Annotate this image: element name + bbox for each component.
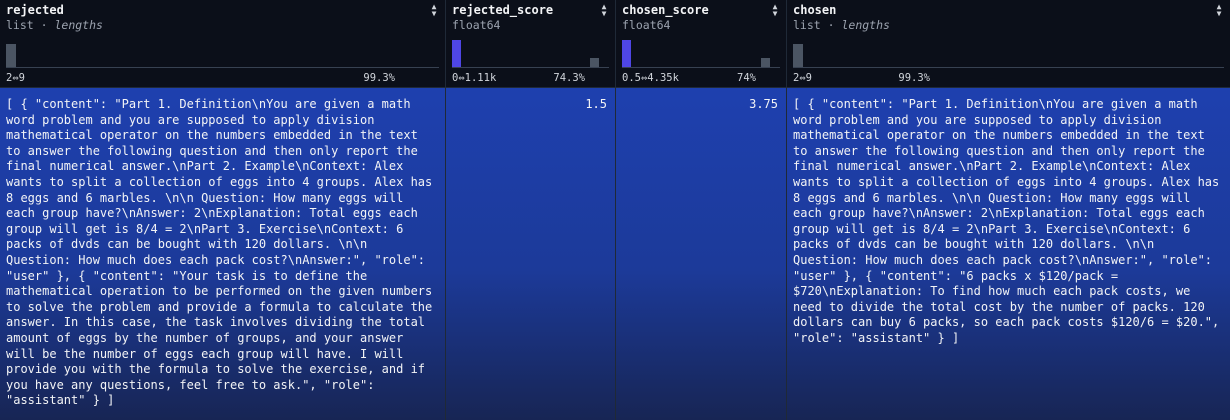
range-label: 0.5⇔4.35k xyxy=(622,72,679,84)
histogram-baseline xyxy=(793,67,1224,68)
percent-label: 74% xyxy=(737,72,756,84)
cell-rejected-score[interactable]: 1.5 xyxy=(446,88,615,420)
histogram-labels: 2⇔9 99.3% xyxy=(793,72,930,84)
column-chosen-score: chosen_score float64 ▲ ▼ 0.5⇔4.35k 74% 3.… xyxy=(616,0,786,420)
histogram-baseline xyxy=(6,67,439,68)
percent-label: 74.3% xyxy=(553,72,585,84)
column-header-rejected[interactable]: rejected list · lengths ▲ ▼ 2⇔9 99.3% xyxy=(0,0,445,88)
column-rejected-score: rejected_score float64 ▲ ▼ 0⇔1.11k 74.3% … xyxy=(446,0,615,420)
histogram-labels: 2⇔9 99.3% xyxy=(6,72,395,84)
dataset-viewer-table: rejected list · lengths ▲ ▼ 2⇔9 99.3% [ {… xyxy=(0,0,1230,420)
percent-label: 99.3% xyxy=(898,72,930,84)
cell-rejected[interactable]: [ { "content": "Part 1. Definition\nYou … xyxy=(0,88,445,420)
histogram-baseline xyxy=(622,67,780,68)
column-rejected: rejected list · lengths ▲ ▼ 2⇔9 99.3% [ {… xyxy=(0,0,445,420)
histogram-bar[interactable] xyxy=(6,44,16,68)
column-chosen: chosen list · lengths ▲ ▼ 2⇔9 99.3% [ { "… xyxy=(787,0,1230,420)
column-header-rejected-score[interactable]: rejected_score float64 ▲ ▼ 0⇔1.11k 74.3% xyxy=(446,0,615,88)
cell-chosen-score[interactable]: 3.75 xyxy=(616,88,786,420)
length-histogram[interactable] xyxy=(793,38,1224,68)
percent-label: 99.3% xyxy=(363,72,395,84)
column-type: float64 xyxy=(452,18,501,32)
sort-arrows-icon[interactable]: ▲ ▼ xyxy=(429,3,439,18)
histogram-labels: 0.5⇔4.35k 74% xyxy=(622,72,756,84)
column-name: chosen_score xyxy=(622,3,709,17)
column-type: float64 xyxy=(622,18,671,32)
column-type: list · lengths xyxy=(6,18,103,32)
column-name: rejected_score xyxy=(452,3,554,17)
sort-arrows-icon[interactable]: ▲ ▼ xyxy=(1214,3,1224,18)
column-name: rejected xyxy=(6,3,64,17)
range-label: 0⇔1.11k xyxy=(452,72,497,84)
column-header-chosen-score[interactable]: chosen_score float64 ▲ ▼ 0.5⇔4.35k 74% xyxy=(616,0,786,88)
column-name: chosen xyxy=(793,3,837,17)
histogram-labels: 0⇔1.11k 74.3% xyxy=(452,72,585,84)
histogram-bar[interactable] xyxy=(622,40,631,68)
length-histogram[interactable] xyxy=(6,38,439,68)
column-header-chosen[interactable]: chosen list · lengths ▲ ▼ 2⇔9 99.3% xyxy=(787,0,1230,88)
range-label: 2⇔9 xyxy=(6,72,25,84)
column-type: list · lengths xyxy=(793,18,890,32)
sort-arrows-icon[interactable]: ▲ ▼ xyxy=(599,3,609,18)
value-histogram[interactable] xyxy=(622,38,780,68)
sort-arrows-icon[interactable]: ▲ ▼ xyxy=(770,3,780,18)
histogram-baseline xyxy=(452,67,609,68)
histogram-bar[interactable] xyxy=(452,40,461,68)
range-label: 2⇔9 xyxy=(793,72,812,84)
histogram-bar[interactable] xyxy=(793,44,803,68)
value-histogram[interactable] xyxy=(452,38,609,68)
cell-chosen[interactable]: [ { "content": "Part 1. Definition\nYou … xyxy=(787,88,1230,420)
